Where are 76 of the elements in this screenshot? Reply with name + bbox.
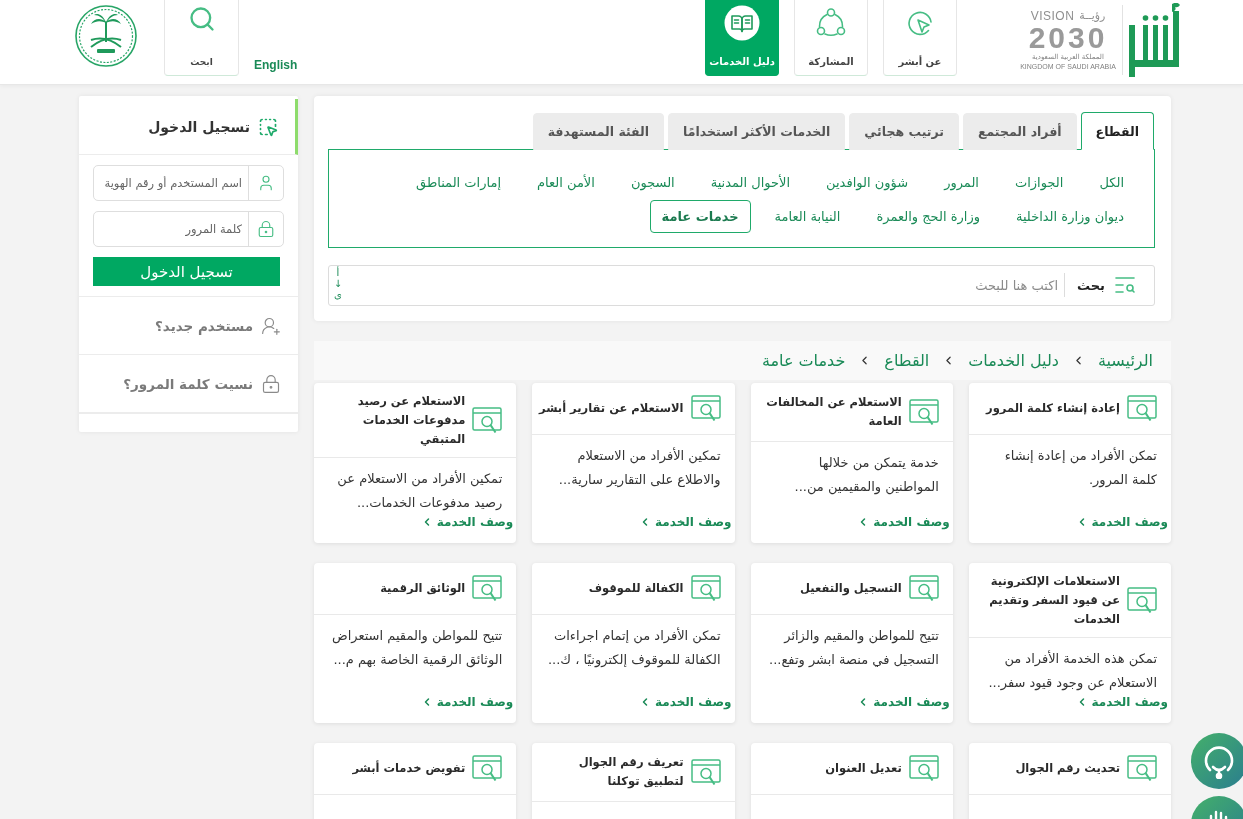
sector-filter[interactable]: خدمات عامة: [649, 200, 751, 233]
window-search-icon: [1127, 755, 1157, 782]
open-book-icon: [724, 5, 760, 41]
vision-arabic-word: رؤيــة: [1079, 9, 1106, 23]
service-title: تعريف رقم الجوال لتطبيق توكلنا: [577, 754, 684, 791]
window-search-icon: [1127, 395, 1157, 422]
service-title: الاستعلام عن المخالفات العامة: [765, 394, 902, 430]
category-tab[interactable]: أفراد المجتمع: [962, 113, 1077, 150]
search-icon: [187, 5, 216, 33]
window-search-icon: [472, 575, 503, 602]
service-title: التسجيل والتفعيل: [800, 580, 902, 598]
window-search-icon: [908, 575, 939, 602]
service-title: إعادة إنشاء كلمة المرور: [986, 400, 1120, 418]
new-user-link[interactable]: مستخدم جديد؟: [79, 296, 298, 354]
dashed-cursor-icon: [258, 116, 278, 137]
username-field[interactable]: اسم المستخدم أو رقم الهوية: [93, 165, 284, 201]
service-details-link[interactable]: وصف الخدمة: [1075, 515, 1168, 529]
window-search-icon: [690, 575, 721, 602]
window-search-icon: [1127, 586, 1157, 614]
service-details-link[interactable]: وصف الخدمة: [639, 515, 732, 529]
vision-word: VISION: [1030, 9, 1075, 23]
user-plus-icon: [261, 315, 281, 336]
service-description: تمكن هذه الخدمة الأفراد من الاستعلام عن وجود قيود سفر...: [987, 649, 1157, 693]
service-details-link[interactable]: وصف الخدمة: [420, 695, 514, 709]
sort-order-toggle[interactable]: أ↓ى: [333, 267, 343, 300]
search-button[interactable]: بحث: [1064, 273, 1154, 297]
service-details-link[interactable]: وصف الخدمة: [857, 695, 950, 709]
breadcrumb-link[interactable]: دليل الخدمات: [968, 351, 1059, 370]
forgot-password-link[interactable]: نسيت كلمة المرور؟: [79, 354, 298, 412]
window-search-icon: [690, 758, 721, 786]
service-description: خدمة يتمكن من خلالها المواطنين والمقيمين من...: [793, 454, 939, 497]
support-chat-button[interactable]: [1191, 733, 1243, 789]
breadcrumb-link[interactable]: خدمات عامة: [761, 351, 846, 370]
service-description: تمكن الأفراد من إعادة إنشاء كلمة المرور.: [1003, 446, 1157, 490]
vision-year: 2030: [1028, 23, 1108, 53]
palm-emblem-icon: [75, 5, 137, 67]
service-title: الكفالة للموقوف: [588, 580, 684, 598]
service-details-link[interactable]: وصف الخدمة: [420, 515, 514, 529]
service-description: تتيح للمواطن والمقيم والزائر التسجيل في منصة ابشر وتفع...: [768, 627, 939, 670]
breadcrumb-link[interactable]: الرئيسية: [1097, 351, 1153, 370]
nav-tile[interactable]: دليل الخدمات: [705, 0, 779, 76]
window-search-icon: [472, 755, 503, 782]
window-search-icon: [908, 398, 939, 426]
service-description: تمكن الأفراد من إتمام اجراءات الكفالة للموقوف إلكترونيًا ، ك...: [546, 626, 721, 670]
service-description: تمكين الأفراد من الاستعلام عن رصيد مدفوعات الخدمات...: [336, 469, 503, 513]
window-search-icon: [472, 406, 503, 434]
calligraphy-logo-icon: [1128, 3, 1180, 77]
service-details-link[interactable]: وصف الخدمة: [1075, 695, 1168, 709]
service-title: تفويض خدمات أبشر: [352, 759, 466, 778]
service-title: الاستعلام عن رصيد مدفوعات الخدمات المتبقي: [356, 392, 466, 448]
nav-tile[interactable]: عن أبشر: [883, 0, 957, 76]
nav-tile[interactable]: المشاركة: [794, 0, 868, 76]
login-title: تسجيل الدخول: [148, 118, 250, 135]
window-search-icon: [908, 755, 939, 782]
service-description: تتيح للمواطن والمقيم استعراض الوثائق الرقمية الخاصة بهم م...: [330, 627, 503, 670]
lock-icon: [261, 373, 281, 394]
lock-icon: [257, 220, 275, 238]
login-button[interactable]: تسجيل الدخول: [93, 257, 280, 286]
service-title: الاستعلامات الإلكترونية عن قيود السفر وتقديم الخدمات: [988, 572, 1120, 628]
service-title: الاستعلام عن تقارير أبشر: [539, 399, 684, 417]
breadcrumb-link[interactable]: القطاع: [884, 351, 930, 370]
service-details-link[interactable]: وصف الخدمة: [857, 515, 950, 529]
window-search-icon: [690, 395, 721, 422]
service-details-link[interactable]: وصف الخدمة: [639, 695, 732, 709]
search-tile[interactable]: ابحث: [164, 0, 239, 76]
category-tab[interactable]: الخدمات الأكثر استخدامًا: [668, 113, 846, 150]
category-tab[interactable]: ترتيب هجائي: [849, 113, 959, 150]
password-field[interactable]: كلمة المرور: [93, 211, 284, 247]
service-description: تمكين الأفراد من الاستعلام والاطلاع على التقارير سارية...: [557, 446, 721, 490]
language-link[interactable]: English: [254, 58, 298, 72]
user-icon: [257, 174, 275, 192]
service-title: الوثائق الرقمية: [380, 580, 466, 598]
service-title: تحديث رقم الجوال: [1015, 760, 1120, 778]
service-title: تعديل العنوان: [825, 760, 902, 778]
category-tab[interactable]: الفئة المستهدفة: [532, 113, 665, 150]
category-tab[interactable]: القطاع: [1080, 112, 1154, 150]
